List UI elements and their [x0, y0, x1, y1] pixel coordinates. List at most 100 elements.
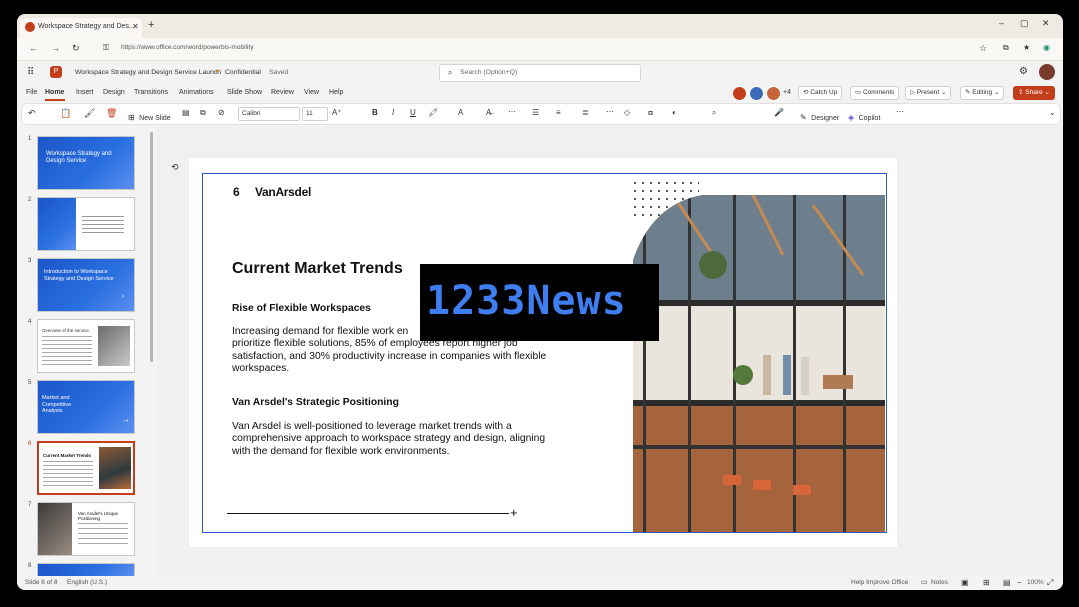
- numbering-icon[interactable]: ≡: [556, 108, 561, 117]
- dictate-icon[interactable]: 🎤: [774, 108, 784, 117]
- close-window-icon[interactable]: ✕: [1042, 18, 1050, 29]
- menu-slide-show[interactable]: Slide Show: [227, 89, 262, 96]
- share-icon: ⇪: [1018, 89, 1024, 96]
- back-icon[interactable]: ←: [29, 43, 38, 53]
- clipboard-icon[interactable]: 📋: [60, 108, 71, 119]
- thumb-number: 2: [28, 197, 32, 203]
- more-font-icon[interactable]: ⋯: [508, 107, 516, 116]
- forward-icon[interactable]: →: [51, 43, 60, 53]
- delete-slide-icon[interactable]: 🗑: [106, 108, 117, 119]
- layout-icon[interactable]: ▤: [182, 108, 190, 117]
- collaborators-more[interactable]: +4: [783, 89, 791, 96]
- slide-thumbnail-2[interactable]: [37, 197, 135, 251]
- font-family-select[interactable]: Calibri: [238, 107, 300, 121]
- editing-mode-button[interactable]: ✎ Editing ⌄: [960, 86, 1005, 100]
- thumb-title: Overview of the service: [42, 328, 89, 333]
- menu-design[interactable]: Design: [103, 89, 125, 96]
- address-bar: ← → ↻ ⚿ https://www.office.com/word/powe…: [17, 38, 1063, 61]
- app-launcher-icon[interactable]: ⠿: [27, 67, 34, 78]
- split-screen-icon[interactable]: ⧉: [1003, 43, 1009, 53]
- zoom-slider-icon[interactable]: −: [1017, 578, 1022, 587]
- browser-tab[interactable]: Workspace Strategy and Des... ✕: [20, 18, 142, 38]
- underline-icon[interactable]: U: [410, 108, 416, 117]
- slide-thumbnail-4[interactable]: Overview of the service: [37, 319, 135, 373]
- notes-button[interactable]: Notes: [931, 579, 948, 586]
- find-icon[interactable]: ⌕: [712, 108, 716, 118]
- normal-view-icon[interactable]: ▣: [961, 578, 969, 587]
- copilot-button[interactable]: ◈ Copilot: [848, 107, 880, 125]
- close-tab-icon[interactable]: ✕: [132, 22, 139, 31]
- thumbnails-scrollbar[interactable]: [150, 132, 153, 362]
- font-size-select[interactable]: 11: [302, 107, 328, 121]
- new-tab-icon[interactable]: +: [148, 19, 154, 31]
- font-color-icon[interactable]: A: [458, 108, 463, 117]
- thumb-image: [99, 447, 131, 489]
- slide-options-icon[interactable]: ⟲: [171, 162, 179, 173]
- reading-view-icon[interactable]: ▤: [1003, 578, 1011, 587]
- more-paragraph-icon[interactable]: ⋯: [606, 107, 614, 116]
- collaborator-avatar-3[interactable]: [766, 86, 781, 101]
- settings-gear-icon[interactable]: ⚙: [1019, 66, 1028, 77]
- bold-icon[interactable]: B: [372, 108, 378, 117]
- sensitivity-label[interactable]: Confidential: [225, 69, 261, 76]
- grow-font-icon[interactable]: A⁺: [332, 108, 342, 117]
- url-field[interactable]: https://www.office.com/word/powerbis-mob…: [121, 44, 253, 51]
- menu-insert[interactable]: Insert: [76, 89, 94, 96]
- comments-button[interactable]: ▭ Comments: [850, 86, 900, 100]
- catch-up-button[interactable]: ⟲ Catch Up: [798, 86, 843, 100]
- maximize-icon[interactable]: ▢: [1020, 18, 1029, 29]
- shape-fill-icon[interactable]: ◐: [672, 108, 677, 117]
- user-avatar[interactable]: [1039, 64, 1055, 80]
- designer-button[interactable]: ✎ Designer: [800, 107, 839, 125]
- slide-number: 6: [233, 185, 240, 199]
- reuse-slide-icon[interactable]: ⧉: [200, 108, 206, 118]
- slide-thumbnail-5[interactable]: Market and Competitive Analysis →: [37, 380, 135, 434]
- clear-format-icon[interactable]: A̶: [486, 108, 491, 117]
- hide-slide-icon[interactable]: ⊘: [218, 108, 225, 117]
- fit-to-window-icon[interactable]: ⤢: [1047, 578, 1053, 588]
- menu-help[interactable]: Help: [329, 89, 343, 96]
- slide-thumbnail-7[interactable]: Van Arsdel's Unique Positioning: [37, 502, 135, 556]
- menu-file[interactable]: File: [26, 89, 37, 96]
- menu-review[interactable]: Review: [271, 89, 294, 96]
- undo-icon[interactable]: ↶: [28, 108, 36, 119]
- slide-thumbnail-1[interactable]: Workspace Strategy and Design Service: [37, 136, 135, 190]
- font-family-value: Calibri: [242, 110, 261, 117]
- slide-content-frame[interactable]: 6 VanArsdel Current Market Trends Rise o…: [202, 173, 887, 533]
- collaborator-avatar-2[interactable]: [749, 86, 764, 101]
- menu-transitions[interactable]: Transitions: [134, 89, 168, 96]
- italic-icon[interactable]: I: [392, 108, 394, 117]
- help-improve-office[interactable]: Help Improve Office: [851, 579, 908, 586]
- slide-thumbnail-6[interactable]: Current Market Trends: [37, 441, 135, 495]
- collapse-ribbon-icon[interactable]: ⌄: [1049, 108, 1056, 117]
- favorites-icon[interactable]: ★: [1023, 43, 1030, 52]
- collaborator-avatar-1[interactable]: [732, 86, 747, 101]
- present-button[interactable]: ▷ Present ⌄: [905, 86, 952, 100]
- document-title[interactable]: Workspace Strategy and Design Service La…: [75, 69, 221, 76]
- slide-sorter-icon[interactable]: ⊞: [983, 578, 990, 587]
- bullets-icon[interactable]: ☰: [532, 108, 539, 117]
- notes-icon[interactable]: ▭: [921, 578, 928, 586]
- refresh-icon[interactable]: ↻: [72, 43, 80, 54]
- format-painter-icon[interactable]: 🖌: [84, 108, 95, 119]
- slide-thumbnail-3[interactable]: Introduction to Workspace Strategy and D…: [37, 258, 135, 312]
- copilot-browser-icon[interactable]: ◉: [1043, 43, 1050, 52]
- zoom-level[interactable]: 100%: [1027, 579, 1044, 586]
- highlight-icon[interactable]: 🖍: [428, 108, 438, 117]
- menu-animations[interactable]: Animations: [179, 89, 214, 96]
- share-button[interactable]: ⇪ Share ⌄: [1013, 86, 1055, 100]
- decorative-rule: [227, 513, 509, 514]
- minimize-icon[interactable]: –: [999, 18, 1004, 28]
- copilot-label: Copilot: [858, 115, 881, 122]
- more-options-icon[interactable]: ⋯: [896, 107, 904, 116]
- search-box[interactable]: ⌕ Search (Option+Q): [439, 64, 641, 82]
- menu-view[interactable]: View: [304, 89, 319, 96]
- favorite-star-icon[interactable]: ☆: [979, 43, 987, 54]
- menu-home[interactable]: Home: [45, 89, 64, 96]
- new-slide-button[interactable]: ⊞ New Slide: [128, 107, 171, 122]
- shapes-icon[interactable]: ◇: [624, 108, 630, 117]
- align-icon[interactable]: ≣: [582, 108, 589, 117]
- language-indicator[interactable]: English (U.S.): [67, 579, 107, 586]
- slide-thumbnail-8[interactable]: [37, 563, 135, 577]
- arrange-icon[interactable]: ⧈: [648, 108, 653, 118]
